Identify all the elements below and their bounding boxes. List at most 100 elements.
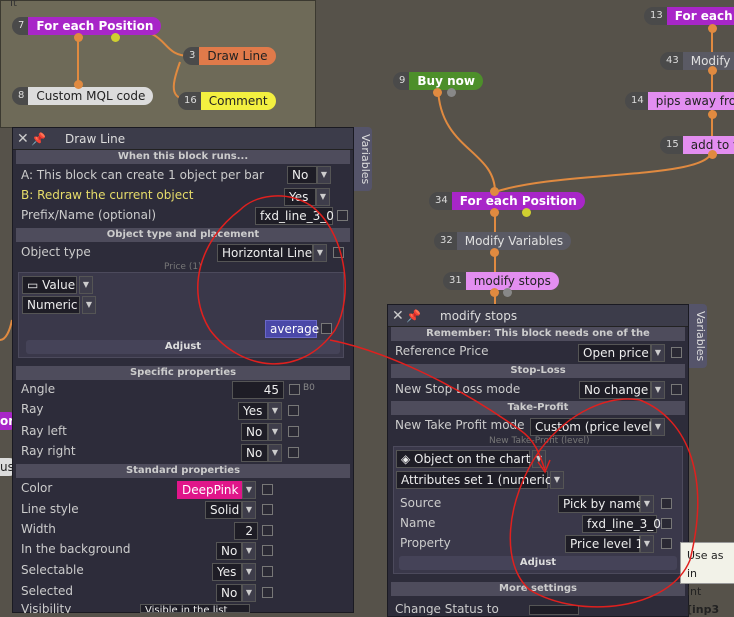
node-add-to-variable[interactable]: 15add to v (660, 136, 734, 154)
node-modify-stops[interactable]: 31 modify stops (443, 272, 559, 290)
line-style-select[interactable]: Solid (205, 501, 242, 519)
ray-select[interactable]: Yes (238, 402, 268, 420)
output-dot[interactable] (111, 33, 120, 42)
property-checkbox[interactable] (661, 538, 672, 549)
output-dot[interactable] (447, 88, 456, 97)
name-input[interactable]: fxd_line_3_0 (582, 515, 661, 533)
reference-select[interactable]: Open price (578, 344, 651, 362)
line-style-checkbox[interactable] (262, 504, 273, 515)
panel-titlebar[interactable]: ✕ 📌 Draw Line (13, 128, 353, 150)
new-sl-select[interactable]: No change (579, 381, 651, 399)
output-dot[interactable] (74, 33, 83, 42)
node-comment[interactable]: 16 Comment (178, 92, 276, 110)
chevron-down-icon[interactable]: ▼ (242, 481, 256, 499)
chevron-down-icon[interactable]: ▼ (651, 344, 665, 362)
chevron-down-icon[interactable]: ▼ (313, 244, 327, 262)
close-icon[interactable]: ✕ (17, 132, 31, 146)
adjust-button[interactable]: Adjust (26, 340, 340, 354)
chevron-down-icon[interactable]: ▼ (242, 501, 256, 519)
output-dot[interactable] (708, 150, 717, 159)
new-sl-checkbox[interactable] (671, 384, 682, 395)
chevron-down-icon[interactable]: ▼ (317, 166, 331, 184)
chevron-down-icon[interactable]: ▼ (242, 563, 256, 581)
chevron-down-icon[interactable]: ▼ (82, 296, 96, 314)
pin-icon[interactable]: 📌 (31, 132, 51, 146)
output-dot[interactable] (522, 208, 531, 217)
chevron-down-icon[interactable]: ▼ (550, 471, 564, 489)
attributes-select[interactable]: Attributes set 1 (numeric) (396, 471, 556, 489)
chevron-down-icon[interactable]: ▼ (640, 495, 654, 513)
a-select[interactable]: No (287, 166, 317, 184)
selected-select[interactable]: No (216, 584, 242, 602)
chevron-down-icon[interactable]: ▼ (316, 188, 330, 206)
object-source-select[interactable]: ◈ Object on the chart (396, 450, 530, 468)
background-select[interactable]: No (216, 542, 242, 560)
panel-titlebar[interactable]: ✕ 📌 modify stops (388, 305, 688, 327)
value-mode-select[interactable]: ▭ Value (22, 276, 77, 294)
output-dot[interactable] (708, 110, 717, 119)
b-select[interactable]: Yes (284, 188, 316, 206)
chevron-down-icon[interactable]: ▼ (640, 535, 654, 553)
output-dot[interactable] (490, 208, 499, 217)
value-checkbox[interactable] (321, 323, 332, 334)
ray-right-checkbox[interactable] (288, 447, 299, 458)
chevron-down-icon[interactable]: ▼ (242, 542, 256, 560)
chevron-down-icon[interactable]: ▼ (268, 423, 282, 441)
node-modify-variables-right[interactable]: 43Modify V (660, 52, 734, 70)
node-pips-away-from[interactable]: 14pips away from (625, 92, 734, 110)
chevron-down-icon[interactable]: ▼ (79, 276, 93, 294)
ray-left-select[interactable]: No (241, 423, 268, 441)
node-for-each-position-top[interactable]: 7 For each Position (12, 17, 162, 35)
node-for-each-position-right[interactable]: 13For each Po (644, 7, 734, 25)
source-checkbox[interactable] (661, 498, 672, 509)
width-checkbox[interactable] (262, 525, 273, 536)
output-dot[interactable] (490, 248, 499, 257)
input-dot[interactable] (74, 80, 83, 89)
node-for-each-position-mid[interactable]: 34 For each Position (429, 192, 585, 210)
source-select[interactable]: Pick by name (558, 495, 643, 513)
color-checkbox[interactable] (262, 484, 273, 495)
node-modify-variables[interactable]: 32 Modify Variables (434, 232, 572, 250)
chevron-down-icon[interactable]: ▼ (268, 444, 282, 462)
prefix-input[interactable]: fxd_line_3_0 (255, 207, 334, 225)
prefix-checkbox[interactable] (337, 210, 348, 221)
angle-input[interactable]: 45 (232, 381, 284, 399)
chevron-down-icon[interactable]: ▼ (532, 450, 546, 468)
chevron-down-icon[interactable]: ▼ (242, 584, 256, 602)
width-input[interactable]: 2 (234, 522, 258, 540)
ray-left-checkbox[interactable] (288, 426, 299, 437)
change-status-select[interactable] (529, 605, 579, 615)
selectable-checkbox[interactable] (262, 566, 273, 577)
pin-icon[interactable]: 📌 (406, 309, 426, 323)
selected-checkbox[interactable] (262, 587, 273, 598)
output-dot[interactable] (433, 88, 442, 97)
node-custom-mql-code[interactable]: 8 Custom MQL code (12, 87, 154, 105)
output-dot[interactable] (708, 66, 717, 75)
variables-tab[interactable]: Variables (354, 127, 372, 191)
output-dot[interactable] (490, 288, 499, 297)
name-checkbox[interactable] (661, 518, 672, 529)
close-icon[interactable]: ✕ (392, 309, 406, 323)
reference-checkbox[interactable] (671, 347, 682, 358)
variables-tab[interactable]: Variables (689, 304, 707, 368)
value-type-select[interactable]: Numeric (22, 296, 80, 314)
output-dot[interactable] (503, 288, 512, 297)
chevron-down-icon[interactable]: ▼ (268, 402, 282, 420)
visibility-select[interactable]: Visible in the list (140, 604, 250, 613)
selectable-select[interactable]: Yes (212, 563, 242, 581)
angle-checkbox[interactable] (289, 384, 300, 395)
new-tp-select[interactable]: Custom (price level) (530, 418, 656, 436)
ray-checkbox[interactable] (288, 405, 299, 416)
object-type-select[interactable]: Horizontal Line (217, 244, 313, 262)
node-draw-line[interactable]: 3 Draw Line (183, 47, 276, 65)
adjust-button[interactable]: Adjust (399, 556, 677, 570)
ray-right-select[interactable]: No (241, 444, 268, 462)
property-select[interactable]: Price level 1 (565, 535, 643, 553)
chevron-down-icon[interactable]: ▼ (651, 381, 665, 399)
background-checkbox[interactable] (262, 545, 273, 556)
color-select[interactable]: DeepPink (177, 481, 242, 499)
output-dot[interactable] (708, 24, 717, 33)
chevron-down-icon[interactable]: ▼ (651, 418, 665, 436)
input-dot[interactable] (490, 187, 499, 196)
object-type-checkbox[interactable] (333, 247, 344, 258)
